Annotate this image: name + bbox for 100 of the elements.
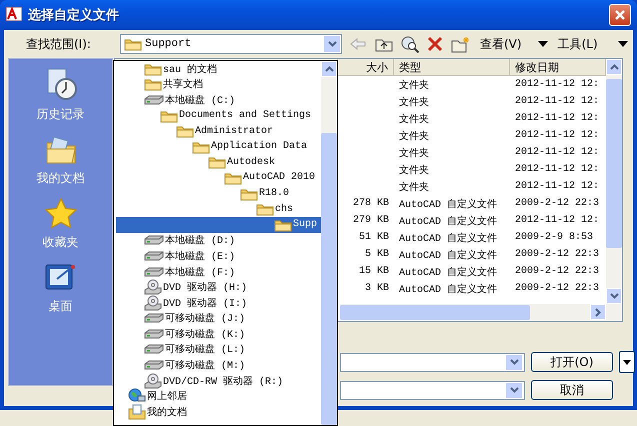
cancel-button[interactable]: 取消 (531, 380, 613, 400)
table-cell-text: 5 KB (364, 248, 390, 262)
table-cell-text: 文件夹 (398, 112, 430, 127)
folder-list-item[interactable]: 本地磁盘 (D:) (114, 232, 321, 248)
table-cell-text: 15 KB (358, 265, 390, 279)
caret-icon (506, 382, 522, 398)
table-cell-text: 2012-11-12 12: (514, 95, 600, 109)
table-cell-text: 2012-11-12 12: (514, 112, 600, 126)
caret-icon[interactable] (619, 351, 635, 373)
table-cell-text: 278 KB (352, 197, 390, 211)
column-header[interactable]: 大小 (338, 59, 394, 76)
folder-list-item[interactable]: Documents and Settings (114, 108, 321, 124)
table-cell-text: AutoCAD 自定义文件 (398, 282, 498, 297)
table-cell-text: 文件夹 (398, 164, 430, 178)
folder-list-item[interactable]: DVD 驱动器 (I:) (114, 294, 321, 310)
folder-icon (176, 124, 194, 138)
search-icon[interactable] (400, 35, 420, 53)
drive-icon (144, 250, 164, 262)
caret-icon (324, 36, 340, 52)
drive-icon (144, 343, 164, 356)
folder-list-item[interactable]: 本地磁盘 (F:) (114, 264, 321, 280)
table-cell-text: 51 KB (358, 231, 390, 245)
folder-icon (274, 218, 292, 232)
folder-list-item[interactable]: DVD/CD-RW 驱动器 (R:) (114, 372, 321, 388)
delete-icon[interactable] (426, 36, 444, 52)
tools-menu[interactable]: 工具(L) (558, 36, 598, 52)
folder-list-item[interactable]: 网上邻居 (114, 388, 321, 404)
scroll-up-icon[interactable] (324, 66, 334, 72)
vertical-scrollbar[interactable] (606, 59, 622, 304)
drive-icon (144, 94, 164, 106)
look-in-label: 查找范围(I): (26, 36, 92, 52)
drive-icon (144, 328, 164, 340)
table-cell-text: 2012-11-12 12: (514, 214, 600, 228)
folder-list-item[interactable]: 本地磁盘 (E:) (114, 248, 321, 264)
folder-icon (160, 108, 178, 123)
folder-list-item[interactable]: 可移动磁盘 (K:) (114, 326, 321, 342)
table-cell-text: AutoCAD 自定义文件 (398, 248, 498, 263)
table-cell-text: 2009-2-12 22:3 (514, 282, 600, 296)
column-header[interactable]: 类型 (394, 59, 510, 76)
folder-list-item[interactable]: 可移动磁盘 (M:) (114, 357, 321, 373)
scroll-up-icon[interactable] (610, 64, 618, 70)
folder-list-item[interactable]: AutoCAD 2010 (114, 170, 321, 186)
table-cell-text: 2012-11-12 12: (514, 180, 600, 194)
folder-icon (208, 155, 226, 170)
drive-icon (144, 312, 164, 324)
disc-drive-icon (144, 279, 162, 296)
column-header[interactable]: 修改日期 (510, 59, 606, 76)
table-cell-text: AutoCAD 自定义文件 (398, 198, 498, 212)
table-cell-text: 2009-2-12 22:3 (514, 197, 600, 211)
close-icon (614, 9, 626, 21)
network-icon (128, 388, 146, 404)
table-cell-text: 文件夹 (398, 180, 430, 195)
scroll-right-icon[interactable] (595, 308, 601, 316)
table-cell-text: AutoCAD 自定义文件 (398, 232, 498, 246)
drive-icon (144, 266, 164, 278)
drive-icon (144, 359, 164, 372)
new-folder-icon[interactable] (450, 36, 470, 52)
table-cell-text: AutoCAD 自定义文件 (398, 214, 498, 229)
horizontal-scrollbar[interactable] (340, 304, 622, 321)
folder-list-item[interactable]: Application Data (114, 138, 321, 155)
caret-icon (506, 354, 522, 370)
folder-list-item[interactable]: chs (114, 201, 321, 217)
scroll-down-icon[interactable] (610, 293, 618, 299)
close-button[interactable] (609, 4, 631, 26)
view-menu[interactable]: 查看(V) (480, 36, 522, 52)
folder-list-item[interactable]: 可移动磁盘 (J:) (114, 310, 321, 326)
file-type-field[interactable] (340, 380, 525, 400)
table-cell-text: 2012-11-12 12: (514, 146, 600, 160)
folder-list-item[interactable]: DVD 驱动器 (H:) (114, 279, 321, 295)
app-icon (6, 6, 22, 24)
look-in-dropdown[interactable]: Support (120, 34, 342, 54)
window-title: 选择自定义文件 (28, 6, 120, 24)
folder-list-item[interactable]: 本地磁盘 (C:) (114, 92, 321, 108)
folder-list-item[interactable]: Autodesk (114, 154, 321, 170)
caret-icon[interactable] (538, 41, 548, 47)
table-cell-text: AutoCAD 自定义文件 (398, 266, 498, 280)
table-cell-text: 文件夹 (398, 96, 430, 110)
table-cell-text: 3 KB (364, 282, 390, 296)
folder-list-item[interactable]: 可移动磁盘 (L:) (114, 342, 321, 358)
drive-icon (144, 234, 164, 246)
folder-list-item[interactable]: R18.0 (114, 186, 321, 202)
table-cell-text: 文件夹 (398, 130, 430, 144)
table-cell-text: 2009-2-9 8:53 (514, 231, 594, 245)
table-cell-text: 2009-2-12 22:3 (514, 265, 600, 279)
folder-list-item[interactable]: 我的文档 (114, 404, 321, 420)
folder-list-item[interactable]: Supp (116, 216, 321, 233)
disc-drive-icon (144, 372, 162, 389)
table-cell-text: 2012-11-12 12: (514, 129, 600, 143)
open-button[interactable]: 打开(O) (531, 352, 613, 372)
folder-icon (124, 37, 142, 51)
folder-list-item[interactable]: sau 的文档 (114, 61, 321, 77)
folder-icon (144, 77, 162, 92)
folder-list-item[interactable]: 共享文档 (114, 76, 321, 92)
folder-list-item[interactable]: Administrator (114, 123, 321, 139)
table-cell-text: 2012-11-12 12: (514, 78, 600, 92)
disc-drive-icon (144, 294, 162, 311)
documents-icon (128, 404, 146, 420)
file-name-field[interactable] (340, 352, 525, 372)
vertical-scrollbar[interactable] (321, 61, 337, 425)
caret-icon[interactable] (618, 41, 628, 47)
